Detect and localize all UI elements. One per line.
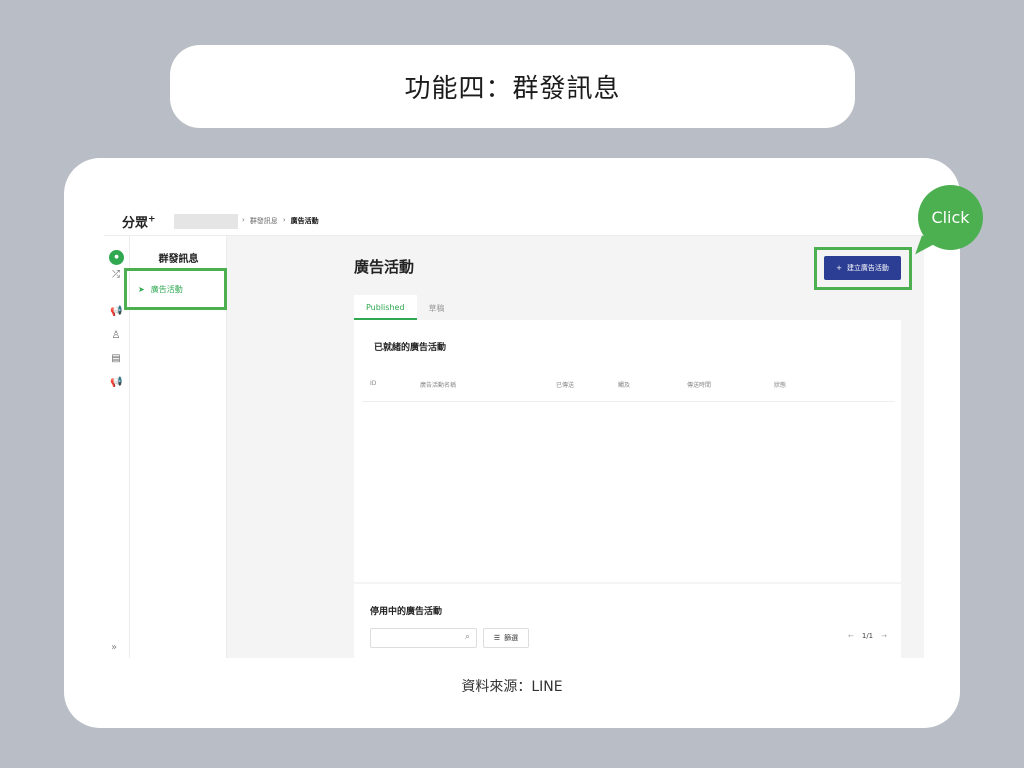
user-icon[interactable]: ♙ bbox=[110, 330, 122, 342]
pagination: ← 1/1 → bbox=[848, 632, 887, 640]
table-header: ID 廣告活動名稱 已傳送 觸及 傳送時間 狀態 bbox=[362, 376, 895, 402]
tab-published[interactable]: Published bbox=[354, 295, 417, 320]
column-header[interactable]: 廣告活動名稱 bbox=[420, 380, 456, 389]
breadcrumb-separator: › bbox=[282, 216, 286, 224]
panel-title: 停用中的廣告活動 bbox=[370, 607, 443, 617]
page-indicator: 1/1 bbox=[861, 632, 874, 640]
breadcrumb-item-campaign: 廣告活動 bbox=[290, 217, 319, 225]
tab-drafts[interactable]: 草稿 bbox=[417, 295, 457, 320]
app-screenshot: 分眾+ › 群發訊息 › 廣告活動 ● ⤮ 📢 ♙ ▤ 📢 » 群發訊息 ➤ 廣… bbox=[104, 200, 924, 658]
next-page-icon[interactable]: → bbox=[881, 632, 887, 640]
column-header[interactable]: 傳送時間 bbox=[687, 380, 711, 389]
expand-sidebar-icon[interactable]: » bbox=[111, 642, 117, 653]
filter-button[interactable]: ☰ 篩選 bbox=[483, 628, 529, 648]
paused-campaigns-panel: 停用中的廣告活動 ⌕ ☰ 篩選 ← 1/1 → bbox=[354, 584, 901, 658]
column-header[interactable]: 觸及 bbox=[618, 380, 630, 389]
slide-title: 功能四：群發訊息 bbox=[170, 45, 855, 128]
top-bar: 分眾+ › 群發訊息 › 廣告活動 bbox=[104, 200, 924, 236]
side-nav-title: 群發訊息 bbox=[158, 254, 199, 265]
source-caption: 資料來源：LINE bbox=[461, 679, 563, 695]
avatar[interactable]: ● bbox=[109, 250, 124, 265]
page-title: 廣告活動 bbox=[354, 258, 415, 276]
search-icon: ⌕ bbox=[464, 632, 470, 642]
breadcrumb: › 群發訊息 › 廣告活動 bbox=[242, 216, 319, 226]
panel-title: 已就緒的廣告活動 bbox=[374, 343, 447, 353]
app-logo[interactable]: 分眾+ bbox=[122, 212, 156, 231]
shuffle-icon[interactable]: ⤮ bbox=[110, 269, 122, 281]
main-content: 廣告活動 + 建立廣告活動 Published 草稿 已就緒的廣告活動 ID 廣… bbox=[349, 236, 924, 658]
content-gutter bbox=[227, 236, 349, 658]
account-selector[interactable] bbox=[174, 214, 238, 229]
table-icon[interactable]: ▤ bbox=[110, 353, 122, 365]
filter-label: 篩選 bbox=[504, 634, 519, 642]
sidebar-highlight-box bbox=[124, 268, 227, 310]
megaphone-icon[interactable]: 📢 bbox=[110, 377, 122, 389]
filter-icon: ☰ bbox=[493, 634, 501, 642]
megaphone-icon[interactable]: 📢 bbox=[110, 306, 122, 318]
search-input[interactable]: ⌕ bbox=[370, 628, 477, 648]
tab-bar: Published 草稿 bbox=[354, 295, 457, 320]
breadcrumb-separator: › bbox=[242, 216, 245, 224]
breadcrumb-item-broadcast[interactable]: 群發訊息 bbox=[250, 216, 278, 226]
column-header[interactable]: 狀態 bbox=[774, 380, 786, 389]
prev-page-icon[interactable]: ← bbox=[848, 632, 854, 640]
create-button-highlight-box bbox=[814, 247, 912, 290]
click-callout: Click bbox=[918, 185, 983, 250]
published-campaigns-panel: 已就緒的廣告活動 ID 廣告活動名稱 已傳送 觸及 傳送時間 狀態 bbox=[354, 320, 901, 582]
column-header[interactable]: ID bbox=[370, 380, 376, 387]
column-header[interactable]: 已傳送 bbox=[556, 380, 574, 389]
